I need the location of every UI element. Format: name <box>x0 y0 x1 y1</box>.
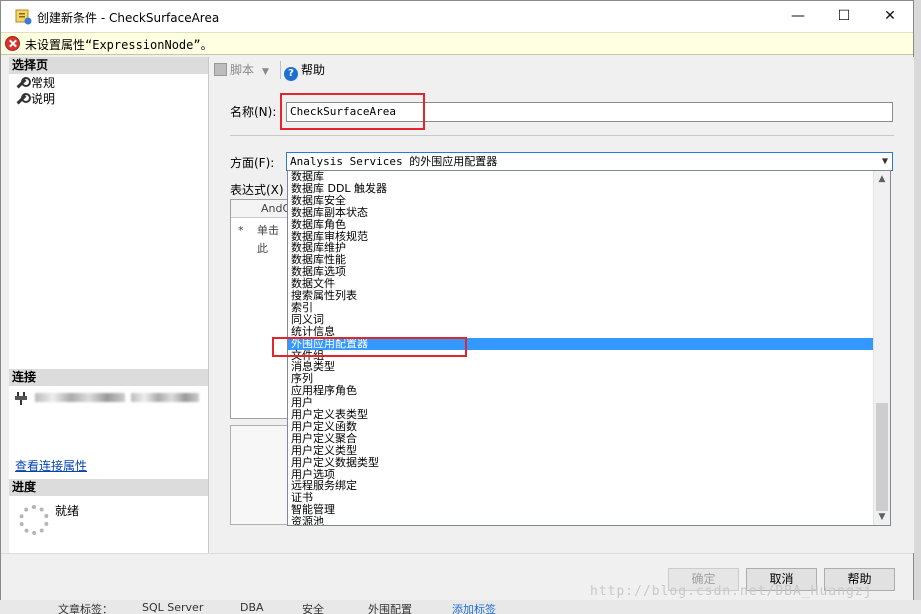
sidebar-item-label: 说明 <box>31 92 56 106</box>
dropdown-item[interactable]: 用户定义表类型 <box>288 409 874 421</box>
window-title: 创建新条件 - CheckSurfaceArea <box>37 11 220 25</box>
facet-select[interactable]: Analysis Services 的外围应用配置器 ▼ <box>286 152 893 171</box>
tag-item[interactable]: SQL Server <box>142 601 203 614</box>
dropdown-item[interactable]: 远程服务绑定 <box>288 480 874 492</box>
script-dropdown-icon: ▼ <box>262 67 269 77</box>
grid-header-cell: AndO <box>261 202 290 215</box>
dialog-window: 创建新条件 - CheckSurfaceArea — ☐ ✕ 未设置属性“Exp… <box>0 0 914 601</box>
dropdown-item[interactable]: 数据库副本状态 <box>288 206 874 219</box>
dropdown-item[interactable]: 同义词 <box>288 313 874 326</box>
scroll-up-icon[interactable]: ▲ <box>874 171 890 187</box>
tag-item[interactable]: 外围配置 <box>368 601 412 614</box>
dropdown-item[interactable]: 序列 <box>288 373 874 385</box>
facet-selected-value: Analysis Services 的外围应用配置器 <box>290 155 498 168</box>
connection-user-redacted <box>131 393 199 402</box>
background-tag-bar: 文章标签： SQL Server DBA 安全 外围配置 添加标签 <box>0 600 921 614</box>
selection-highlight-box <box>272 337 467 357</box>
dropdown-item[interactable]: 数据库审核规范 <box>288 230 874 243</box>
content-pane: 脚本 ▼ ? 帮助 名称(N): CheckSurfaceArea 方面(F): A… <box>210 57 914 553</box>
help-label: 帮助 <box>301 63 326 77</box>
name-highlight-box <box>280 93 425 130</box>
wrench-icon <box>15 93 31 105</box>
progress-spinner-icon <box>19 505 49 535</box>
plug-icon <box>15 392 27 405</box>
sidebar-item-general[interactable]: 常规 <box>15 75 55 91</box>
dropdown-item[interactable]: 证书 <box>288 492 874 504</box>
grid-new-row-marker: * <box>238 224 244 237</box>
dropdown-item[interactable]: 用户定义聚合 <box>288 432 874 445</box>
dropdown-item[interactable]: 索引 <box>288 301 874 314</box>
error-bar: 未设置属性“ExpressionNode”。 <box>1 32 913 55</box>
title-bar: 创建新条件 - CheckSurfaceArea — ☐ ✕ <box>1 1 913 32</box>
lower-panel <box>230 425 290 525</box>
expression-label: 表达式(X) <box>230 183 284 197</box>
error-message: 未设置属性“ExpressionNode”。 <box>25 38 213 52</box>
facet-label: 方面(F): <box>230 156 275 170</box>
dropdown-item[interactable]: 数据库 DDL 触发器 <box>288 182 874 195</box>
dropdown-item[interactable]: 智能管理 <box>288 504 874 516</box>
view-connection-properties-link[interactable]: 查看连接属性 <box>15 457 87 474</box>
sidebar: 选择页 常规 说明 连接 查看连接属性 进度 就绪 <box>9 57 209 553</box>
dropdown-item[interactable]: 数据库角色 <box>288 218 874 231</box>
dropdown-item[interactable]: 消息类型 <box>288 361 874 373</box>
scroll-thumb[interactable] <box>876 403 888 511</box>
close-button[interactable]: ✕ <box>867 1 913 32</box>
dropdown-item[interactable]: 数据文件 <box>288 278 874 290</box>
scroll-down-icon[interactable]: ▼ <box>874 509 890 525</box>
dropdown-item[interactable]: 数据库安全 <box>288 194 874 207</box>
script-icon <box>214 63 227 76</box>
expression-grid[interactable]: AndO * 单击此 <box>230 199 290 419</box>
progress-status: 就绪 <box>55 504 80 518</box>
sidebar-item-description[interactable]: 说明 <box>15 91 55 107</box>
dropdown-item[interactable]: 应用程序角色 <box>288 385 874 397</box>
help-icon: ? <box>284 67 298 81</box>
error-icon <box>5 36 20 51</box>
dropdown-item[interactable]: 用户定义数据类型 <box>288 456 874 469</box>
tag-item[interactable]: 安全 <box>302 601 324 614</box>
dropdown-item[interactable]: 搜索属性列表 <box>288 290 874 302</box>
dropdown-item[interactable]: 用户 <box>288 397 874 409</box>
dropdown-item[interactable]: 数据库性能 <box>288 254 874 266</box>
separator-line <box>230 135 894 136</box>
policy-scroll-icon <box>15 9 32 25</box>
connection-server-redacted <box>35 393 125 402</box>
tag-item[interactable]: DBA <box>240 601 264 614</box>
maximize-button[interactable]: ☐ <box>821 1 867 32</box>
progress-header: 进度 <box>9 479 208 496</box>
dropdown-item[interactable]: 统计信息 <box>288 325 874 338</box>
sidebar-item-label: 常规 <box>31 76 56 90</box>
dropdown-item[interactable]: 用户定义类型 <box>288 444 874 457</box>
minimize-button[interactable]: — <box>775 1 821 32</box>
dropdown-scrollbar[interactable]: ▲ ▼ <box>873 171 890 525</box>
script-label: 脚本 <box>230 63 255 77</box>
chevron-down-icon: ▼ <box>881 156 888 167</box>
connection-header: 连接 <box>9 369 208 386</box>
help-toolbar-button[interactable]: ? 帮助 <box>284 62 326 81</box>
dropdown-item[interactable]: 资源池 <box>288 516 874 525</box>
script-button[interactable]: 脚本 ▼ <box>214 62 269 78</box>
dropdown-item[interactable]: 数据库维护 <box>288 242 874 254</box>
dropdown-item[interactable]: 用户定义函数 <box>288 420 874 433</box>
grid-new-row-placeholder[interactable]: 单击此 <box>257 222 289 258</box>
name-label: 名称(N): <box>230 105 277 119</box>
dropdown-item[interactable]: 数据库选项 <box>288 266 874 278</box>
dropdown-item[interactable]: 用户选项 <box>288 468 874 481</box>
tag-label: 文章标签： <box>58 603 113 614</box>
add-tag-link[interactable]: 添加标签 <box>452 601 496 614</box>
wrench-icon <box>15 77 31 89</box>
watermark: http://blog.csdn.net/DBA_Huangzj <box>590 584 873 599</box>
toolbar-separator <box>280 61 281 79</box>
select-page-header: 选择页 <box>9 57 208 74</box>
